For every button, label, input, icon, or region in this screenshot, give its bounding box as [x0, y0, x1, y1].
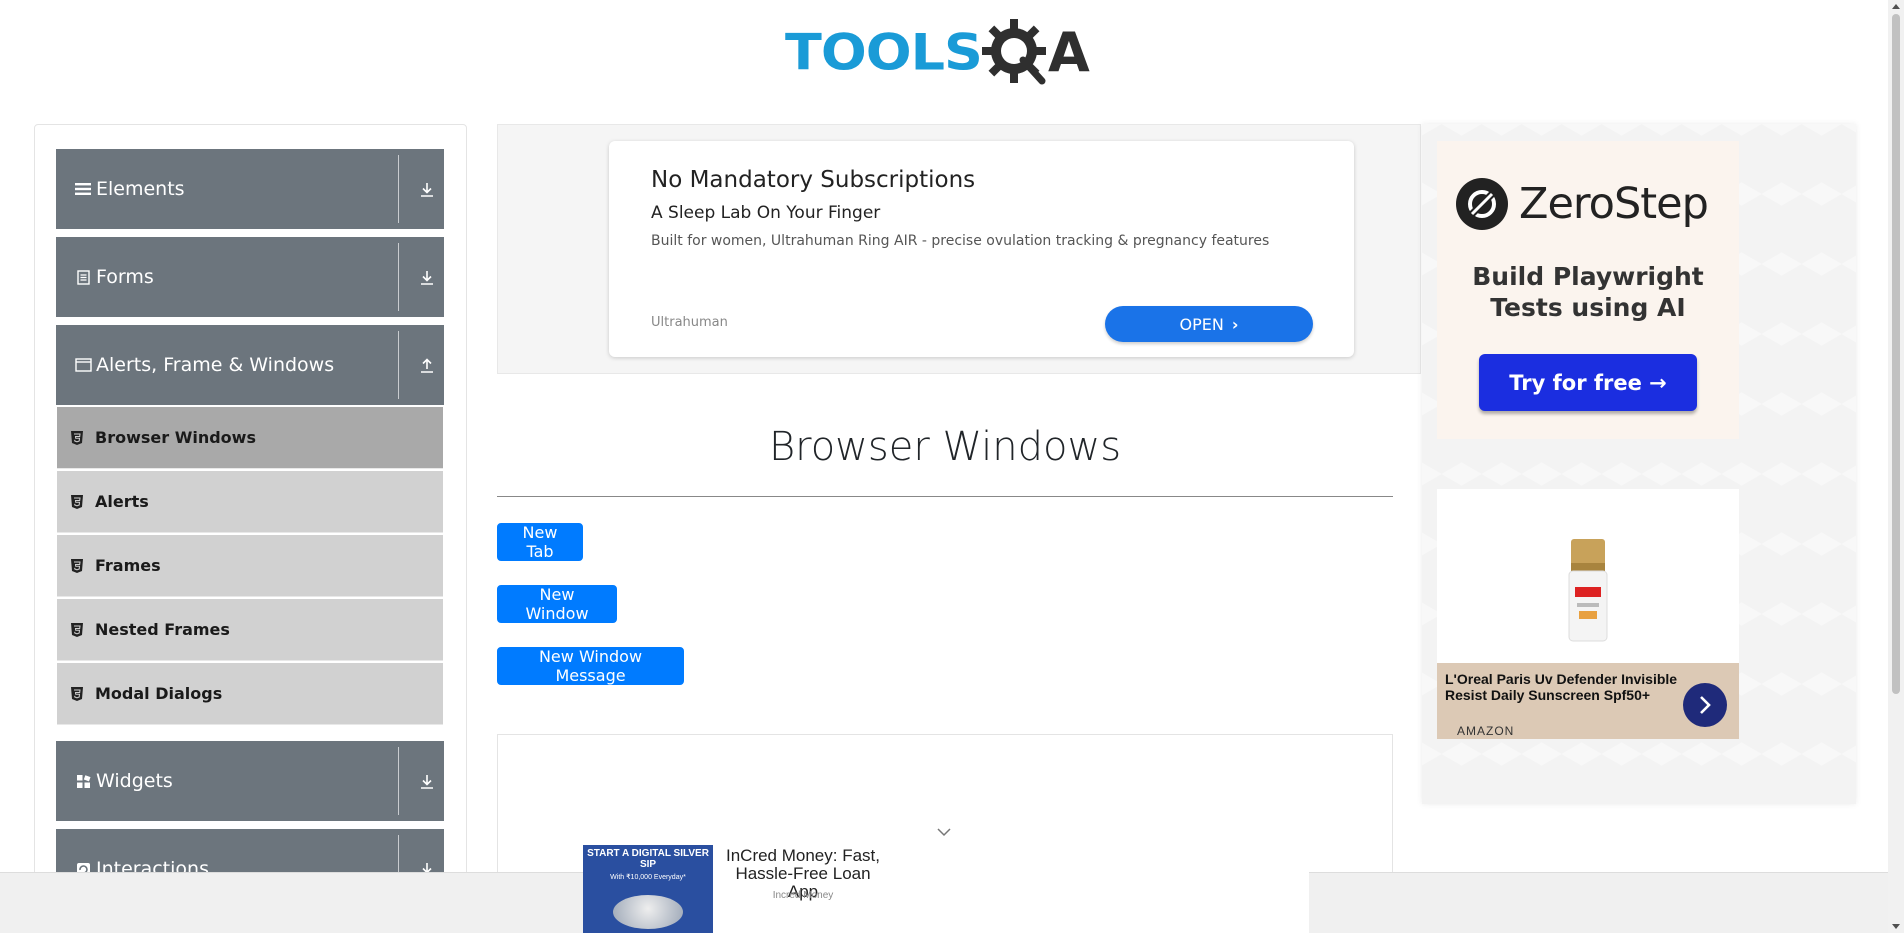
group-widgets[interactable]: Widgets: [56, 741, 444, 821]
incred-money-ad[interactable]: START A DIGITAL SILVER SIP With ₹10,000 …: [583, 845, 1309, 933]
divider: [398, 243, 399, 311]
expand-icon[interactable]: [418, 181, 436, 199]
window-icon: [74, 358, 92, 372]
menu-item-label: Browser Windows: [95, 428, 256, 447]
grid-icon: [74, 774, 92, 789]
zerostep-ad[interactable]: ZeroStep Build Playwright Tests using AI…: [1437, 141, 1739, 439]
menu-item-frames[interactable]: Frames: [57, 535, 443, 597]
zerostep-headline: Build Playwright Tests using AI: [1472, 262, 1704, 322]
menu-item-label: Alerts: [95, 492, 149, 511]
group-label: Widgets: [96, 770, 173, 792]
group-elements[interactable]: Elements: [56, 149, 444, 229]
ad-open-button[interactable]: OPEN ›: [1105, 306, 1313, 342]
left-panel: Elements Forms Alerts, Frame & Windows B…: [34, 124, 467, 933]
zerostep-icon: [1456, 178, 1508, 230]
page: TOOLS A Elements Forms Alerts, Frame & W…: [0, 0, 1904, 933]
logo-letter: A: [1047, 21, 1090, 84]
gear-magnifier-icon: [981, 19, 1046, 85]
loreal-info: L'Oreal Paris Uv Defender Invisible Resi…: [1437, 663, 1739, 739]
divider: [398, 155, 399, 223]
group-label: Forms: [96, 266, 154, 288]
html5-icon: [71, 558, 87, 573]
zerostep-logo: ZeroStep: [1455, 177, 1709, 231]
banner-image-text: START A DIGITAL SILVER SIP: [587, 848, 709, 870]
ad-open-label: OPEN: [1179, 314, 1224, 334]
group-label: Elements: [96, 178, 185, 200]
ad-description: Built for women, Ultrahuman Ring AIR - p…: [651, 233, 1270, 249]
sunscreen-bottle-image: [1568, 539, 1608, 642]
banner-brand: Incred Money: [772, 890, 834, 901]
group-alerts-frame-windows[interactable]: Alerts, Frame & Windows: [56, 325, 444, 405]
chevron-right-icon: ›: [1231, 314, 1239, 334]
divider: [398, 747, 399, 815]
page-title: Browser Windows: [768, 424, 1122, 470]
ad-subtitle: A Sleep Lab On Your Finger: [651, 203, 881, 223]
loreal-title: L'Oreal Paris Uv Defender Invisible Resi…: [1445, 671, 1678, 703]
html5-icon: [71, 494, 87, 509]
title-divider: [497, 496, 1393, 497]
loreal-source: AMAZON: [1457, 724, 1515, 738]
chevron-right-icon[interactable]: [1683, 683, 1727, 727]
collapse-icon[interactable]: [418, 357, 436, 375]
ultrahuman-ad[interactable]: No Mandatory Subscriptions A Sleep Lab O…: [609, 141, 1354, 357]
scroll-down-arrow-icon[interactable]: [1892, 924, 1900, 929]
toolsqa-logo[interactable]: TOOLS A: [785, 14, 1107, 92]
scroll-up-arrow-icon[interactable]: [1892, 4, 1900, 9]
document-icon: [74, 269, 92, 285]
vertical-scrollbar[interactable]: [1888, 0, 1904, 933]
menu-item-label: Modal Dialogs: [95, 684, 223, 703]
menu-item-label: Nested Frames: [95, 620, 230, 639]
menu-item-nested-frames[interactable]: Nested Frames: [57, 599, 443, 661]
html5-icon: [71, 622, 87, 637]
new-window-message-button[interactable]: New Window Message: [497, 647, 684, 685]
logo-text: TOOLS: [785, 23, 983, 82]
ad-title: No Mandatory Subscriptions: [651, 167, 976, 193]
menu-item-alerts[interactable]: Alerts: [57, 471, 443, 533]
new-window-button[interactable]: New Window: [497, 585, 617, 623]
menu-item-label: Frames: [95, 556, 161, 575]
html5-icon: [71, 686, 87, 701]
coins-image: [613, 895, 683, 929]
hamburger-icon: [74, 182, 92, 196]
silver-sip-image: START A DIGITAL SILVER SIP With ₹10,000 …: [583, 845, 713, 933]
try-for-free-button[interactable]: Try for free →: [1479, 354, 1697, 411]
loreal-ad[interactable]: L'Oreal Paris Uv Defender Invisible Resi…: [1437, 489, 1739, 739]
divider: [398, 331, 399, 399]
group-label: Alerts, Frame & Windows: [96, 354, 335, 376]
header: TOOLS A: [0, 0, 1888, 100]
ad-brand: Ultrahuman: [651, 315, 728, 330]
html5-icon: [71, 430, 87, 445]
scrollbar-thumb[interactable]: [1892, 14, 1900, 694]
new-tab-button[interactable]: New Tab: [497, 523, 583, 561]
expand-icon[interactable]: [418, 269, 436, 287]
menu-item-browser-windows[interactable]: Browser Windows: [57, 407, 443, 469]
banner-image-subtext: With ₹10,000 Everyday*: [610, 874, 686, 881]
expand-icon[interactable]: [418, 773, 436, 791]
chevron-down-icon[interactable]: [937, 827, 951, 837]
group-forms[interactable]: Forms: [56, 237, 444, 317]
menu-item-modal-dialogs[interactable]: Modal Dialogs: [57, 663, 443, 725]
zerostep-name: ZeroStep: [1519, 179, 1709, 229]
